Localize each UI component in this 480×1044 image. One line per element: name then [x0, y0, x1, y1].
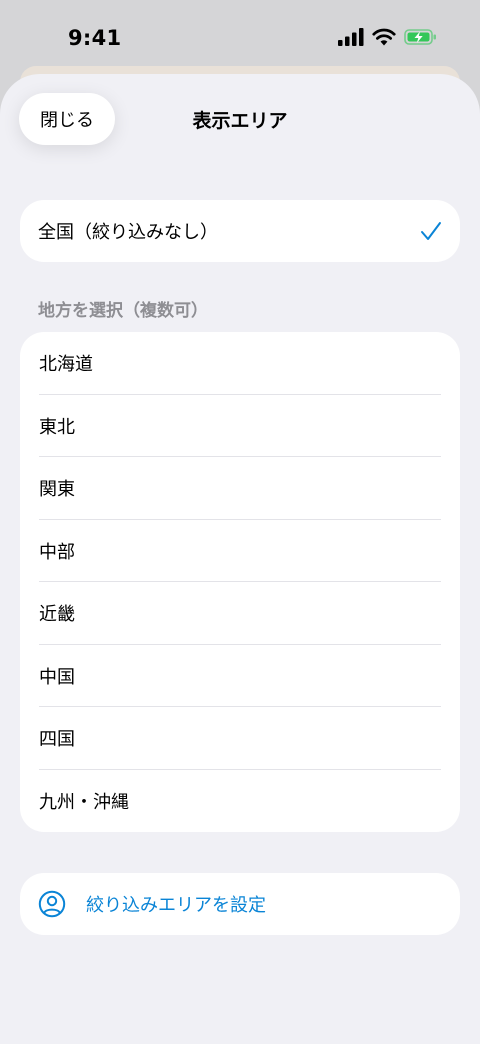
cellular-signal-icon [338, 28, 364, 46]
set-custom-area-label: 絞り込みエリアを設定 [86, 895, 266, 916]
checkmark-icon [421, 222, 441, 240]
region-item-chugoku[interactable]: 中国 [20, 645, 460, 708]
region-item-kinki[interactable]: 近畿 [20, 582, 460, 645]
region-item-tohoku[interactable]: 東北 [20, 395, 460, 458]
battery-charging-icon [404, 29, 436, 45]
all-regions-label: 全国（絞り込みなし） [38, 222, 218, 243]
close-button[interactable]: 閉じる [19, 93, 115, 145]
region-item-kanto[interactable]: 関東 [20, 457, 460, 520]
all-regions-option[interactable]: 全国（絞り込みなし） [20, 200, 460, 262]
wifi-icon [372, 28, 396, 46]
region-item-chubu[interactable]: 中部 [20, 520, 460, 583]
region-item-shikoku[interactable]: 四国 [20, 707, 460, 770]
area-sheet: 閉じる 表示エリア 全国（絞り込みなし） 地方を選択（複数可） 北海道 東北 関… [0, 74, 480, 1044]
status-bar: 9:41 [0, 0, 480, 74]
status-icons [338, 28, 438, 46]
set-custom-area-button[interactable]: 絞り込みエリアを設定 [20, 873, 460, 935]
person-circle-icon [38, 890, 66, 918]
status-time: 9:41 [68, 26, 122, 50]
region-list: 北海道 東北 関東 中部 近畿 中国 四国 九州・沖縄 [20, 332, 460, 832]
region-item-kyushu-okinawa[interactable]: 九州・沖縄 [20, 770, 460, 833]
region-item-hokkaido[interactable]: 北海道 [20, 332, 460, 395]
region-section-header: 地方を選択（複数可） [38, 301, 208, 321]
